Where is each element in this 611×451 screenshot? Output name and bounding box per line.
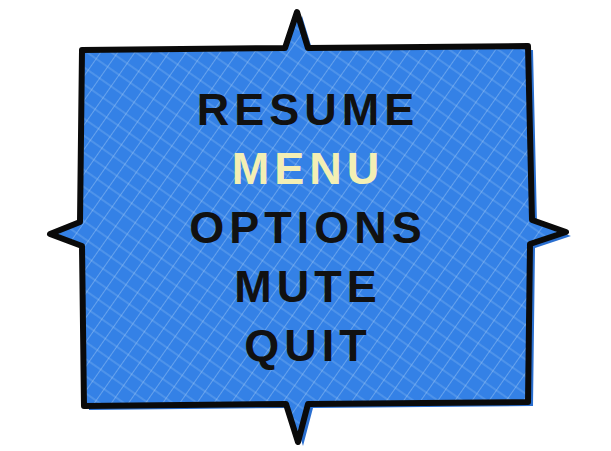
menu-item[interactable]: OPTIONS: [184, 198, 427, 257]
menu-item[interactable]: MENU: [227, 139, 385, 198]
menu-item[interactable]: RESUME: [192, 80, 420, 139]
menu-item[interactable]: QUIT: [239, 316, 372, 375]
menu-item[interactable]: MUTE: [229, 257, 382, 316]
pause-screen: RESUMEMENUOPTIONSMUTEQUIT: [0, 0, 611, 451]
pause-menu: RESUMEMENUOPTIONSMUTEQUIT: [184, 80, 427, 375]
